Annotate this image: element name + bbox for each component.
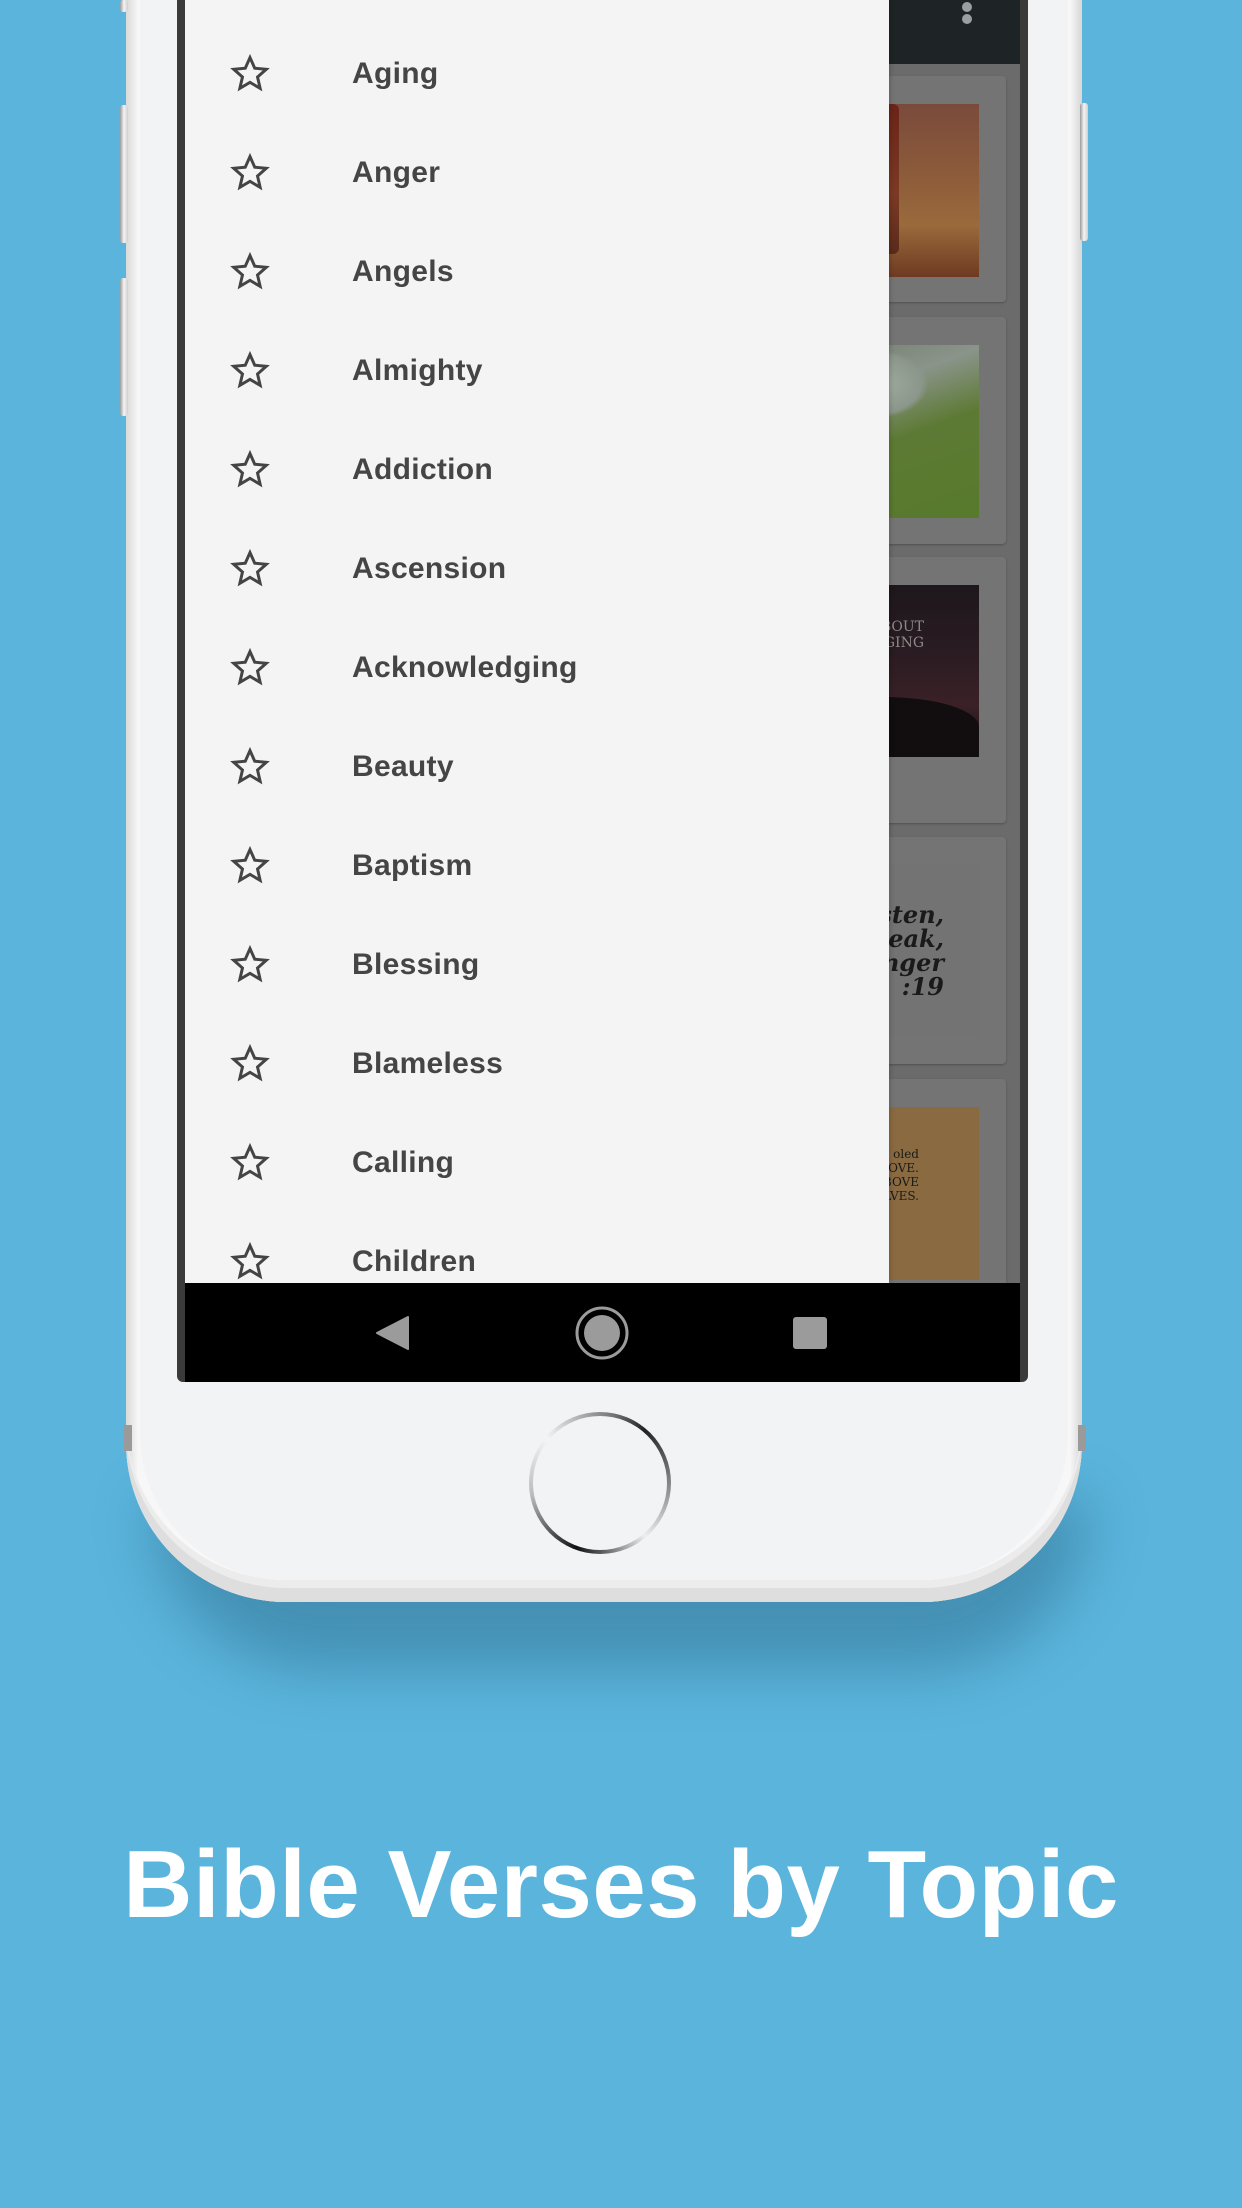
topic-label: Aging — [352, 57, 439, 90]
android-nav-bar — [185, 1283, 1020, 1382]
star-outline-icon[interactable] — [227, 1043, 273, 1085]
topics-drawer: Aging Anger Angels Almighty Addiction As… — [185, 0, 889, 1283]
app-screen: do nd the as ask the d's uld ers right S… — [185, 0, 1020, 1283]
star-outline-icon[interactable] — [227, 1142, 273, 1184]
topic-item[interactable]: Calling — [185, 1113, 889, 1212]
star-outline-icon[interactable] — [227, 350, 273, 392]
topic-label: Blameless — [352, 1047, 504, 1080]
topic-label: Ascension — [352, 552, 507, 585]
more-vert-icon[interactable] — [957, 0, 977, 34]
promo-headline: Bible Verses by Topic — [123, 1831, 1119, 1938]
star-outline-icon[interactable] — [227, 944, 273, 986]
topic-item[interactable]: Angels — [185, 222, 889, 321]
topic-label: Calling — [352, 1146, 455, 1179]
antenna-line-right — [1078, 1425, 1086, 1451]
topic-item[interactable]: Baptism — [185, 816, 889, 915]
topic-item[interactable]: Beauty — [185, 717, 889, 816]
recents-square-icon[interactable] — [793, 1317, 827, 1349]
star-outline-icon[interactable] — [227, 53, 273, 95]
topic-label: Children — [352, 1245, 477, 1278]
topic-label: Beauty — [352, 750, 454, 783]
topic-label: Blessing — [352, 948, 480, 981]
topic-item[interactable]: Anger — [185, 123, 889, 222]
star-outline-icon[interactable] — [227, 548, 273, 590]
star-outline-icon[interactable] — [227, 845, 273, 887]
star-outline-icon[interactable] — [227, 647, 273, 689]
home-circle-icon[interactable] — [574, 1305, 630, 1361]
topic-item[interactable]: Aging — [185, 24, 889, 123]
topic-label: Acknowledging — [352, 651, 578, 684]
topic-item[interactable]: Blameless — [185, 1014, 889, 1113]
antenna-line-left — [124, 1425, 132, 1451]
mute-switch — [120, 0, 128, 12]
physical-home-button — [529, 1412, 671, 1554]
power-button — [1080, 103, 1088, 241]
star-outline-icon[interactable] — [227, 152, 273, 194]
back-triangle-icon[interactable] — [375, 1316, 409, 1350]
topic-label: Almighty — [352, 354, 483, 387]
star-outline-icon[interactable] — [227, 251, 273, 293]
star-outline-icon[interactable] — [227, 449, 273, 491]
topic-item[interactable]: Children — [185, 1212, 889, 1283]
topic-item[interactable]: Blessing — [185, 915, 889, 1014]
topic-item[interactable]: Almighty — [185, 321, 889, 420]
topic-item[interactable]: Ascension — [185, 519, 889, 618]
topic-label: Angels — [352, 255, 454, 288]
star-outline-icon[interactable] — [227, 746, 273, 788]
topic-item[interactable]: Acknowledging — [185, 618, 889, 717]
volume-down-button — [120, 278, 128, 416]
star-outline-icon[interactable] — [227, 1241, 273, 1283]
topic-label: Addiction — [352, 453, 494, 486]
topic-item[interactable]: Addiction — [185, 420, 889, 519]
topic-label: Baptism — [352, 849, 473, 882]
topic-label: Anger — [352, 156, 441, 189]
volume-up-button — [120, 105, 128, 243]
